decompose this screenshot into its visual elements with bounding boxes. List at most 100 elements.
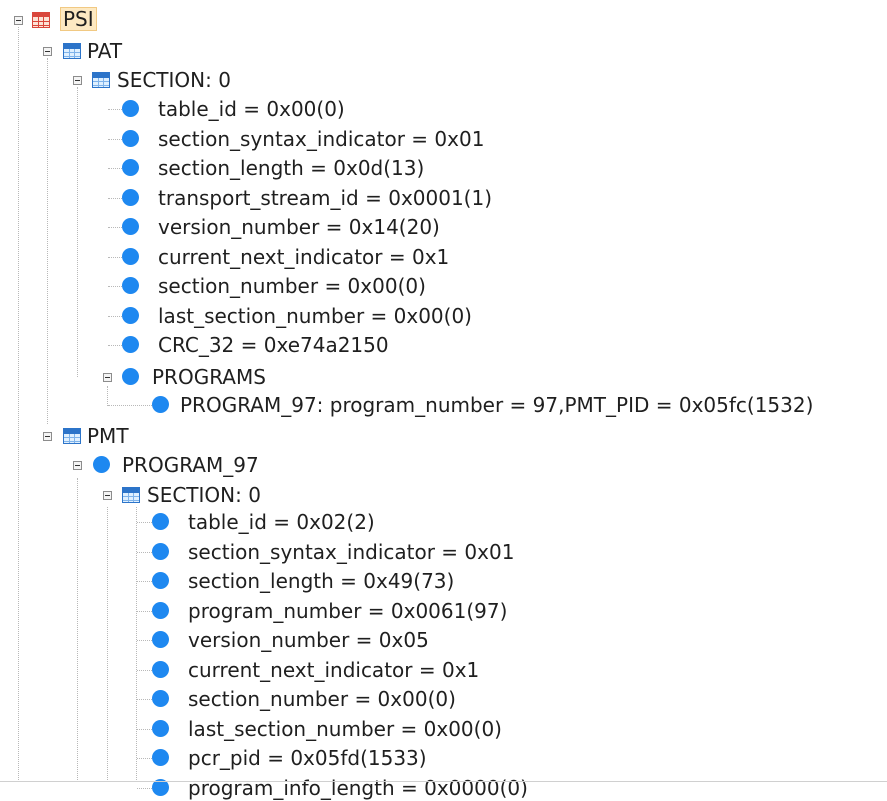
collapse-toggle-icon[interactable] — [43, 47, 52, 56]
tree-field-item[interactable]: program_number = 0x0061(97) — [0, 598, 650, 624]
tree-field-item[interactable]: current_next_indicator = 0x1 — [0, 244, 600, 270]
tree-node-label[interactable]: PROGRAMS — [152, 364, 266, 390]
tree-node-label[interactable]: PMT — [87, 423, 129, 449]
field-dot-icon — [152, 572, 169, 589]
tree-node-label[interactable]: SECTION: 0 — [147, 482, 261, 508]
collapse-toggle-icon[interactable] — [103, 491, 112, 500]
field-label[interactable]: transport_stream_id = 0x0001(1) — [158, 185, 492, 211]
field-dot-icon — [152, 631, 169, 648]
tree-field-item[interactable]: section_syntax_indicator = 0x01 — [0, 539, 650, 565]
tree-field-item[interactable]: last_section_number = 0x00(0) — [0, 303, 600, 329]
tree-field-item[interactable]: program_info_length = 0x0000(0) — [0, 775, 650, 801]
tree-field-item[interactable]: section_number = 0x00(0) — [0, 273, 600, 299]
field-label[interactable]: version_number = 0x14(20) — [158, 214, 440, 240]
field-label[interactable]: section_syntax_indicator = 0x01 — [158, 126, 484, 152]
tree-node-programs[interactable]: PROGRAMS — [0, 364, 400, 390]
field-label[interactable]: pcr_pid = 0x05fd(1533) — [188, 745, 427, 771]
table-icon — [122, 487, 140, 503]
field-label[interactable]: current_next_indicator = 0x1 — [188, 657, 479, 683]
tree-field-item[interactable]: PROGRAM_97: program_number = 97,PMT_PID … — [0, 392, 887, 418]
field-dot-icon — [122, 307, 139, 324]
table-icon — [92, 72, 110, 88]
field-dot-icon — [152, 513, 169, 530]
field-dot-icon — [152, 720, 169, 737]
collapse-toggle-icon[interactable] — [103, 373, 112, 382]
field-label[interactable]: current_next_indicator = 0x1 — [158, 244, 449, 270]
field-label[interactable]: section_number = 0x00(0) — [188, 686, 456, 712]
tree-guide-line — [108, 316, 122, 318]
field-dot-icon — [122, 130, 139, 147]
table-icon — [63, 43, 81, 59]
psi-tree-view[interactable]: PSI PAT SECTION: 0 table_id = 0x00(0) se… — [0, 0, 887, 800]
tree-node-pmt-section[interactable]: SECTION: 0 — [0, 482, 300, 508]
tree-guide-line — [108, 168, 122, 170]
tree-field-item[interactable]: pcr_pid = 0x05fd(1533) — [0, 745, 650, 771]
field-label[interactable]: program_number = 0x0061(97) — [188, 598, 507, 624]
tree-guide-line — [137, 758, 152, 760]
field-dot-icon — [122, 100, 139, 117]
tree-field-item[interactable]: section_length = 0x49(73) — [0, 568, 650, 594]
field-dot-icon — [122, 368, 139, 385]
tree-node-pmt[interactable]: PMT — [0, 423, 200, 449]
program-entry-label[interactable]: PROGRAM_97: program_number = 97,PMT_PID … — [180, 392, 813, 418]
field-dot-icon — [152, 602, 169, 619]
tree-node-psi[interactable]: PSI — [0, 7, 200, 33]
tree-node-label[interactable]: PSI — [60, 7, 97, 31]
field-dot-icon — [122, 277, 139, 294]
collapse-toggle-icon[interactable] — [73, 76, 82, 85]
tree-guide-line — [137, 788, 152, 790]
tree-node-pat-section[interactable]: SECTION: 0 — [0, 67, 300, 93]
tree-guide-line — [137, 522, 152, 524]
tree-node-pat[interactable]: PAT — [0, 38, 200, 64]
tree-guide-line — [137, 670, 152, 672]
field-label[interactable]: section_syntax_indicator = 0x01 — [188, 539, 514, 565]
tree-field-item[interactable]: version_number = 0x05 — [0, 627, 650, 653]
field-label[interactable]: section_length = 0x49(73) — [188, 568, 454, 594]
table-icon — [32, 12, 50, 28]
tree-guide-line — [137, 581, 152, 583]
collapse-toggle-icon[interactable] — [14, 16, 23, 25]
field-label[interactable]: table_id = 0x00(0) — [158, 96, 345, 122]
tree-node-label[interactable]: SECTION: 0 — [117, 67, 231, 93]
field-label[interactable]: last_section_number = 0x00(0) — [188, 716, 502, 742]
tree-guide-line — [108, 257, 122, 259]
field-label[interactable]: CRC_32 = 0xe74a2150 — [158, 332, 389, 358]
field-label[interactable]: program_info_length = 0x0000(0) — [188, 775, 528, 801]
tree-field-item[interactable]: version_number = 0x14(20) — [0, 214, 600, 240]
field-dot-icon — [152, 749, 169, 766]
field-label[interactable]: last_section_number = 0x00(0) — [158, 303, 472, 329]
tree-field-item[interactable]: section_syntax_indicator = 0x01 — [0, 126, 600, 152]
tree-field-item[interactable]: section_number = 0x00(0) — [0, 686, 650, 712]
tree-field-item[interactable]: table_id = 0x02(2) — [0, 509, 600, 535]
field-dot-icon — [152, 543, 169, 560]
tree-field-item[interactable]: transport_stream_id = 0x0001(1) — [0, 185, 600, 211]
field-dot-icon — [122, 336, 139, 353]
field-dot-icon — [122, 218, 139, 235]
field-dot-icon — [152, 661, 169, 678]
tree-guide-line — [108, 405, 152, 407]
tree-node-label[interactable]: PROGRAM_97 — [122, 452, 259, 478]
collapse-toggle-icon[interactable] — [43, 432, 52, 441]
tree-field-item[interactable]: current_next_indicator = 0x1 — [0, 657, 650, 683]
tree-guide-line — [108, 286, 122, 288]
tree-node-label[interactable]: PAT — [87, 38, 122, 64]
tree-guide-line — [108, 227, 122, 229]
tree-guide-line — [137, 611, 152, 613]
tree-field-item[interactable]: last_section_number = 0x00(0) — [0, 716, 650, 742]
field-label[interactable]: section_length = 0x0d(13) — [158, 155, 424, 181]
tree-field-item[interactable]: table_id = 0x00(0) — [0, 96, 500, 122]
field-label[interactable]: table_id = 0x02(2) — [188, 509, 375, 535]
collapse-toggle-icon[interactable] — [73, 461, 82, 470]
field-dot-icon — [122, 159, 139, 176]
tree-guide-line — [137, 640, 152, 642]
table-icon — [63, 428, 81, 444]
tree-field-item[interactable]: CRC_32 = 0xe74a2150 — [0, 332, 600, 358]
field-dot-icon — [93, 456, 110, 473]
tree-guide-line — [137, 552, 152, 554]
field-label[interactable]: section_number = 0x00(0) — [158, 273, 426, 299]
tree-node-program-97[interactable]: PROGRAM_97 — [0, 452, 300, 478]
field-dot-icon — [122, 248, 139, 265]
tree-guide-line — [108, 139, 122, 141]
field-label[interactable]: version_number = 0x05 — [188, 627, 429, 653]
tree-field-item[interactable]: section_length = 0x0d(13) — [0, 155, 600, 181]
